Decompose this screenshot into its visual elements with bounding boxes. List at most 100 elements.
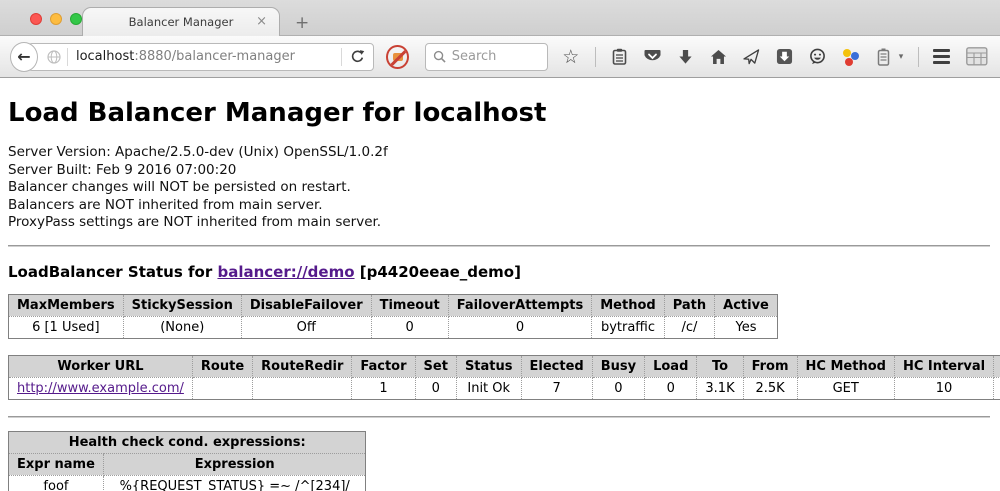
column-header: FailoverAttempts — [448, 294, 592, 316]
persist-notice-line: Balancer changes will NOT be persisted o… — [8, 179, 990, 197]
cell-factor: 1 — [352, 377, 415, 399]
column-header: HC Method — [797, 355, 894, 377]
toolbar-divider — [595, 47, 596, 67]
cell-elected: 7 — [521, 377, 592, 399]
chevron-down-icon[interactable]: ▾ — [899, 52, 904, 62]
minimize-window-button[interactable] — [50, 13, 62, 25]
column-header: HC Interval — [894, 355, 993, 377]
loadbalancer-status-heading: LoadBalancer Status for balancer://demo … — [8, 263, 990, 281]
reload-button[interactable] — [341, 48, 373, 66]
cell-expr-name: foof — [9, 475, 104, 491]
cell-to: 3.1K — [697, 377, 743, 399]
cell-hc-method: GET — [797, 377, 894, 399]
column-header: Busy — [592, 355, 644, 377]
cell-busy: 0 — [592, 377, 644, 399]
worker-url-link[interactable]: http://www.example.com/ — [17, 381, 184, 396]
cell-maxmembers: 6 [1 Used] — [9, 316, 124, 338]
cell-path: /c/ — [664, 316, 714, 338]
bookmarks-clipboard-icon[interactable] — [611, 48, 629, 66]
plugin-blocked-icon[interactable] — [386, 45, 409, 69]
divider — [8, 416, 990, 418]
back-button[interactable]: ← — [10, 42, 38, 72]
table-row: foof %{REQUEST_STATUS} =~ /^[234]/ — [9, 475, 366, 491]
table-row: http://www.example.com/ 1 0 Init Ok 7 0 … — [9, 377, 1000, 399]
column-header: Elected — [521, 355, 592, 377]
table-header-row: Worker URL Route RouteRedir Factor Set S… — [9, 355, 1000, 377]
cell-expression: %{REQUEST_STATUS} =~ /^[234]/ — [103, 475, 366, 491]
zoom-window-button[interactable] — [70, 13, 82, 25]
urlbar-divider — [67, 48, 68, 66]
search-icon — [433, 50, 446, 63]
cell-method: bytraffic — [592, 316, 664, 338]
downloads-arrow-icon[interactable] — [677, 48, 695, 66]
column-header: Factor — [352, 355, 415, 377]
tab-tiles-icon[interactable] — [966, 47, 988, 66]
url-path-text: :8880/balancer-manager — [134, 49, 295, 64]
column-header: RouteRedir — [253, 355, 352, 377]
close-window-button[interactable] — [30, 13, 42, 25]
column-header: From — [743, 355, 797, 377]
worker-status-table: Worker URL Route RouteRedir Factor Set S… — [8, 355, 1000, 400]
url-host-text: localhost — [76, 49, 134, 64]
browser-window: Balancer Manager × + ← localhost :8880/b… — [0, 0, 1000, 78]
proxypass-notice-line: ProxyPass settings are NOT inherited fro… — [8, 214, 990, 232]
balancer-demo-link[interactable]: balancer://demo — [217, 263, 354, 281]
cell-set: 0 — [415, 377, 456, 399]
send-plane-icon[interactable] — [743, 48, 761, 66]
pocket-icon[interactable] — [644, 48, 662, 66]
column-header: Worker URL — [9, 355, 193, 377]
menu-hamburger-icon[interactable] — [933, 49, 950, 64]
bookmark-star-icon[interactable]: ☆ — [562, 48, 580, 66]
cell-routeredir — [253, 377, 352, 399]
divider — [8, 245, 990, 247]
home-icon[interactable] — [710, 48, 728, 66]
cell-disablefailover: Off — [241, 316, 371, 338]
tab-balancer-manager[interactable]: Balancer Manager × — [82, 7, 280, 36]
column-header: Method — [592, 294, 664, 316]
status-prefix: LoadBalancer Status for — [8, 263, 217, 281]
cell-load: 0 — [645, 377, 697, 399]
column-header: StickySession — [123, 294, 241, 316]
cell-worker-url: http://www.example.com/ — [9, 377, 193, 399]
column-header: Active — [715, 294, 778, 316]
titlebar: Balancer Manager × + — [0, 0, 1000, 36]
column-header: Route — [192, 355, 252, 377]
window-controls — [30, 13, 82, 25]
column-header: To — [697, 355, 743, 377]
battery-addon-icon[interactable] — [875, 48, 893, 66]
table-row: 6 [1 Used] (None) Off 0 0 bytraffic /c/ … — [9, 316, 778, 338]
new-tab-button[interactable]: + — [295, 13, 309, 33]
table-header-row: Expr name Expression — [9, 453, 366, 475]
health-table-caption: Health check cond. expressions: — [9, 431, 366, 453]
column-header: Passes — [994, 355, 1000, 377]
download-box-icon[interactable] — [776, 48, 794, 66]
search-input[interactable]: Search — [425, 43, 548, 71]
url-bar[interactable]: localhost :8880/balancer-manager — [28, 43, 374, 71]
smiley-chat-icon[interactable] — [809, 48, 827, 66]
cell-failoverattempts: 0 — [448, 316, 592, 338]
column-header: Expr name — [9, 453, 104, 475]
cell-from: 2.5K — [743, 377, 797, 399]
colored-dots-addon-icon[interactable] — [842, 48, 860, 66]
server-built-line: Server Built: Feb 9 2016 07:00:20 — [8, 162, 990, 180]
column-header: Set — [415, 355, 456, 377]
page-title: Load Balancer Manager for localhost — [8, 98, 990, 128]
navigation-toolbar: ← localhost :8880/balancer-manager Searc… — [0, 36, 1000, 78]
column-header: Load — [645, 355, 697, 377]
cell-status: Init Ok — [456, 377, 521, 399]
page-content: Load Balancer Manager for localhost Serv… — [0, 78, 1000, 490]
server-info: Server Version: Apache/2.5.0-dev (Unix) … — [8, 144, 990, 232]
health-check-table: Health check cond. expressions: Expr nam… — [8, 431, 366, 491]
column-header: MaxMembers — [9, 294, 124, 316]
balancer-settings-table: MaxMembers StickySession DisableFailover… — [8, 294, 778, 339]
cell-hc-interval: 10 — [894, 377, 993, 399]
tab-close-icon[interactable]: × — [256, 14, 267, 29]
tab-title: Balancer Manager — [129, 15, 234, 29]
cell-route — [192, 377, 252, 399]
toolbar-divider — [918, 47, 919, 67]
column-header: Expression — [103, 453, 366, 475]
table-header-row: MaxMembers StickySession DisableFailover… — [9, 294, 778, 316]
toolbar-icons: ☆ — [562, 47, 920, 67]
cell-stickysession: (None) — [123, 316, 241, 338]
cell-timeout: 0 — [371, 316, 448, 338]
